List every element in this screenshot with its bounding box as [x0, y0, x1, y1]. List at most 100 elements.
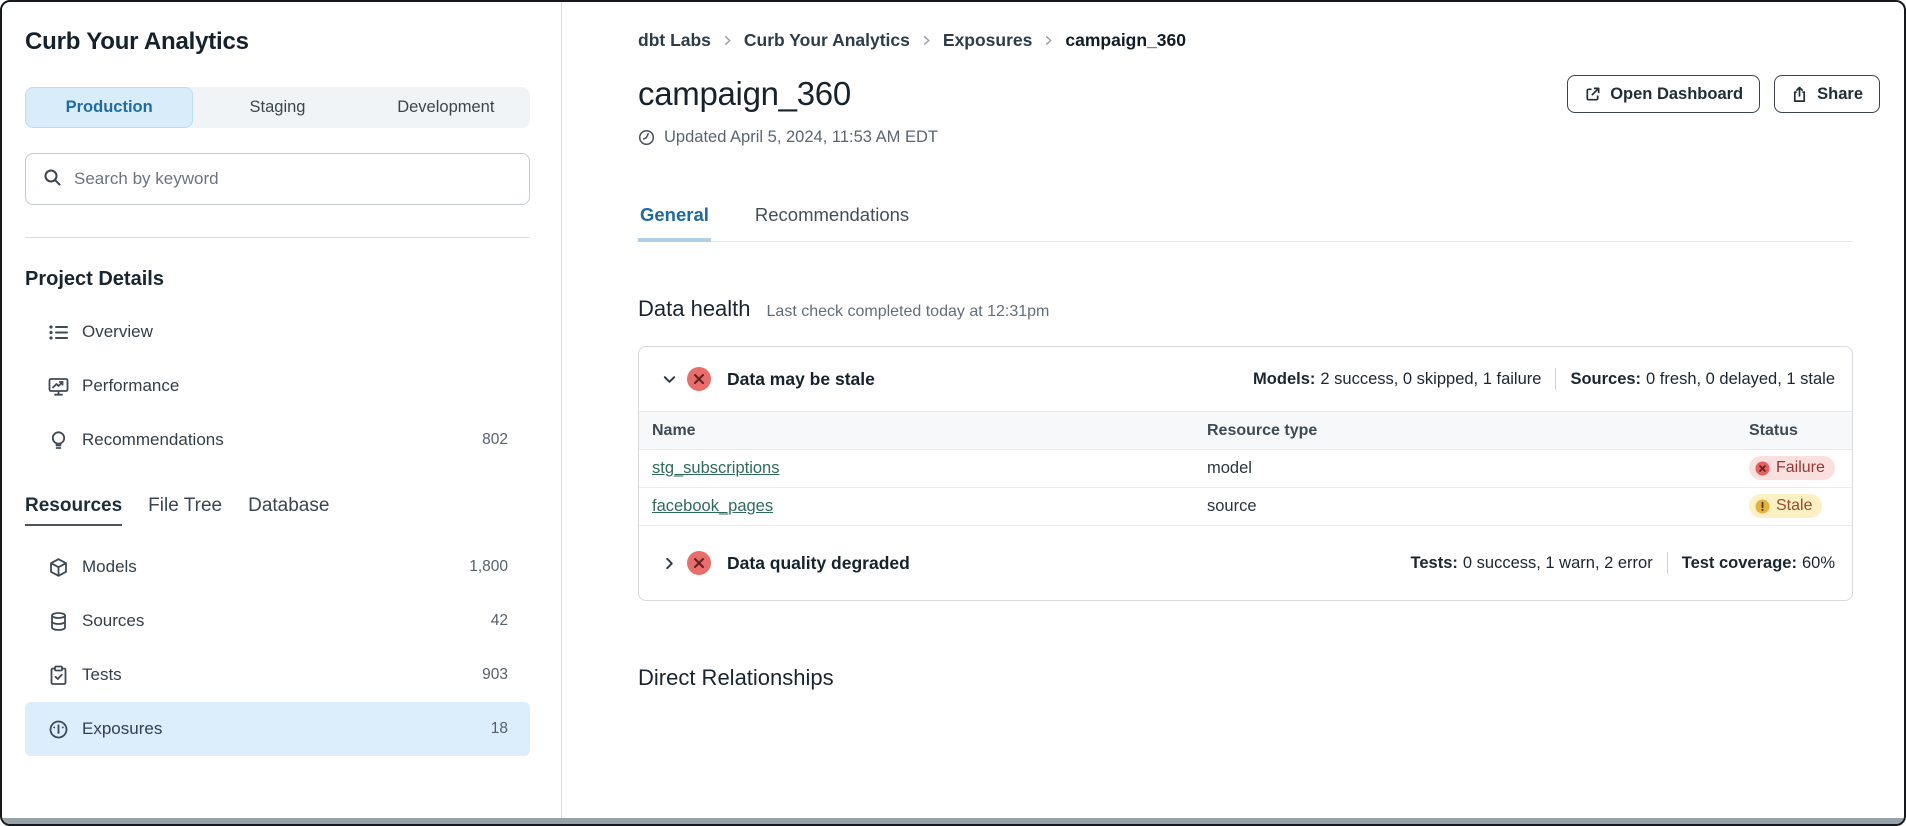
resource-view-tabs: Resources File Tree Database: [25, 495, 530, 526]
data-health-card: Data may be stale Models: 2 success, 0 s…: [638, 346, 1853, 601]
error-status-icon: [686, 550, 712, 576]
sidebar-item-count: 1,800: [469, 558, 508, 576]
last-check-text: Last check completed today at 12:31pm: [767, 303, 1050, 321]
search-input[interactable]: [74, 169, 513, 189]
clock-icon: [638, 129, 655, 146]
sidebar-item-sources[interactable]: Sources 42: [25, 594, 530, 648]
stale-section-title: Data may be stale: [727, 369, 875, 390]
breadcrumb-item-current: campaign_360: [1065, 30, 1186, 51]
resources-nav: Models 1,800 Sources 42 Tests 903: [25, 540, 530, 756]
sidebar-item-performance[interactable]: Performance: [25, 359, 530, 413]
external-link-icon: [1584, 86, 1601, 103]
breadcrumb: dbt Labs Curb Your Analytics Exposures c…: [638, 30, 1853, 51]
search-box[interactable]: [25, 153, 530, 205]
sidebar-item-models[interactable]: Models 1,800: [25, 540, 530, 594]
sidebar-item-count: 42: [491, 612, 508, 630]
data-health-heading-row: Data health Last check completed today a…: [638, 296, 1853, 322]
sources-summary: Sources: 0 fresh, 0 delayed, 1 stale: [1570, 370, 1835, 389]
share-button[interactable]: Share: [1774, 75, 1880, 113]
error-status-icon: [686, 366, 712, 392]
quality-section-summary: Tests: 0 success, 1 warn, 2 error Test c…: [1411, 552, 1835, 574]
page-title: campaign_360: [638, 75, 851, 113]
resource-link-facebook-pages[interactable]: facebook_pages: [652, 497, 773, 515]
open-dashboard-button[interactable]: Open Dashboard: [1567, 75, 1760, 113]
sidebar-item-count: 903: [482, 666, 508, 684]
performance-icon: [48, 376, 69, 397]
tab-general[interactable]: General: [638, 204, 711, 242]
sidebar-item-label: Tests: [82, 665, 122, 685]
breadcrumb-item-dbt-labs[interactable]: dbt Labs: [638, 30, 711, 51]
updated-row: Updated April 5, 2024, 11:53 AM EDT: [638, 128, 1853, 147]
window-bottom-edge: [2, 818, 1904, 824]
sidebar-item-tests[interactable]: Tests 903: [25, 648, 530, 702]
detail-tabs: General Recommendations: [638, 204, 1853, 242]
test-coverage-summary: Test coverage: 60%: [1682, 554, 1835, 573]
summary-divider: [1555, 368, 1556, 390]
failure-dot-icon: [1755, 461, 1770, 476]
sidebar-item-label: Exposures: [82, 719, 162, 739]
status-badge-failure: Failure: [1749, 456, 1835, 480]
breadcrumb-item-exposures[interactable]: Exposures: [943, 30, 1032, 51]
page-header: campaign_360 Open Dashboard Share: [638, 75, 1853, 113]
sidebar-item-label: Models: [82, 557, 137, 577]
clipboard-check-icon: [48, 665, 69, 686]
sidebar-item-label: Sources: [82, 611, 144, 631]
environment-switcher: Production Staging Development: [25, 87, 530, 128]
column-status: Status: [1749, 422, 1839, 440]
sidebar-item-overview[interactable]: Overview: [25, 305, 530, 359]
tab-file-tree[interactable]: File Tree: [148, 495, 222, 524]
env-tab-development[interactable]: Development: [362, 87, 530, 128]
sidebar-item-count: 18: [491, 720, 508, 738]
column-resource-type: Resource type: [1207, 422, 1749, 440]
list-icon: [48, 322, 69, 343]
main-content: dbt Labs Curb Your Analytics Exposures c…: [562, 2, 1904, 824]
resource-type-value: model: [1207, 459, 1749, 478]
column-name: Name: [652, 422, 1207, 440]
sidebar-divider: [25, 237, 530, 238]
sidebar-item-label: Overview: [82, 322, 153, 342]
table-row: stg_subscriptions model Failure: [639, 450, 1852, 488]
status-badge-stale: Stale: [1749, 494, 1822, 518]
table-row: facebook_pages source Stale: [639, 488, 1852, 526]
share-label: Share: [1817, 85, 1863, 104]
table-header: Name Resource type Status: [639, 411, 1852, 450]
project-details-heading: Project Details: [25, 268, 530, 291]
search-icon: [42, 167, 62, 192]
page-actions: Open Dashboard Share: [1567, 75, 1880, 113]
env-tab-production[interactable]: Production: [25, 87, 193, 128]
resource-link-stg-subscriptions[interactable]: stg_subscriptions: [652, 459, 779, 477]
sidebar-item-exposures[interactable]: Exposures 18: [25, 702, 530, 756]
sidebar-item-label: Recommendations: [82, 430, 224, 450]
updated-text: Updated April 5, 2024, 11:53 AM EDT: [664, 128, 938, 147]
tab-database[interactable]: Database: [248, 495, 329, 524]
cube-icon: [48, 557, 69, 578]
data-health-heading: Data health: [638, 296, 751, 322]
resource-type-value: source: [1207, 497, 1749, 516]
quality-section-title: Data quality degraded: [727, 553, 910, 574]
stale-section-header[interactable]: Data may be stale Models: 2 success, 0 s…: [639, 347, 1852, 411]
lightbulb-icon: [48, 430, 69, 451]
sidebar-item-label: Performance: [82, 376, 179, 396]
chevron-right-icon: [1043, 34, 1054, 47]
app-window: Curb Your Analytics Production Staging D…: [0, 0, 1906, 826]
project-title: Curb Your Analytics: [25, 28, 530, 56]
share-icon: [1791, 86, 1808, 103]
project-details-nav: Overview Performance Recommendations 802: [25, 305, 530, 467]
chevron-right-icon[interactable]: [661, 556, 677, 571]
summary-divider: [1667, 552, 1668, 574]
database-icon: [48, 611, 69, 632]
gauge-icon: [48, 719, 69, 740]
sidebar-item-count: 802: [482, 431, 508, 449]
tab-resources[interactable]: Resources: [25, 495, 122, 526]
sidebar: Curb Your Analytics Production Staging D…: [2, 2, 562, 824]
stale-warning-icon: [1755, 499, 1770, 514]
tests-summary: Tests: 0 success, 1 warn, 2 error: [1411, 554, 1653, 573]
quality-section-header[interactable]: Data quality degraded Tests: 0 success, …: [639, 526, 1852, 600]
stale-section-summary: Models: 2 success, 0 skipped, 1 failure …: [1253, 368, 1835, 390]
tab-recommendations[interactable]: Recommendations: [753, 204, 911, 242]
chevron-down-icon[interactable]: [661, 372, 677, 387]
env-tab-staging[interactable]: Staging: [193, 87, 361, 128]
open-dashboard-label: Open Dashboard: [1610, 85, 1743, 104]
breadcrumb-item-project[interactable]: Curb Your Analytics: [744, 30, 910, 51]
sidebar-item-recommendations[interactable]: Recommendations 802: [25, 413, 530, 467]
